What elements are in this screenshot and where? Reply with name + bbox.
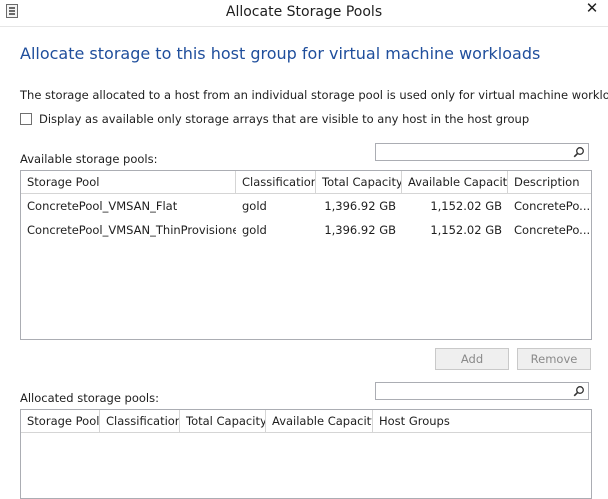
col-available-capacity[interactable]: Available Capacity [266, 410, 373, 432]
cell-description: ConcretePo... [514, 199, 591, 213]
cell-storage-pool: ConcretePool_VMSAN_ThinProvisioned [27, 223, 236, 237]
allocated-search-box[interactable] [375, 382, 589, 400]
search-icon[interactable] [573, 146, 585, 158]
available-pools-label: Available storage pools: [20, 152, 158, 166]
available-search-box[interactable] [375, 143, 589, 161]
cell-total-capacity: 1,396.92 GB [324, 223, 396, 237]
cell-available-capacity: 1,152.02 GB [430, 199, 502, 213]
cell-classification: gold [242, 223, 267, 237]
available-grid-header: Storage Pool Classification Total Capaci… [21, 171, 591, 194]
title-bar: Allocate Storage Pools ✕ [0, 0, 608, 27]
cell-available-capacity: 1,152.02 GB [430, 223, 502, 237]
col-classification[interactable]: Classification [236, 171, 316, 193]
page-description: The storage allocated to a host from an … [20, 88, 608, 102]
visible-only-label: Display as available only storage arrays… [39, 112, 530, 126]
remove-button[interactable]: Remove [517, 348, 591, 370]
col-description[interactable]: Description [508, 171, 591, 193]
available-pools-grid[interactable]: Storage Pool Classification Total Capaci… [20, 170, 592, 340]
col-total-capacity[interactable]: Total Capacity [316, 171, 402, 193]
cell-storage-pool: ConcretePool_VMSAN_Flat [27, 199, 178, 213]
close-icon[interactable]: ✕ [584, 0, 600, 16]
page-heading: Allocate storage to this host group for … [20, 44, 541, 63]
table-row[interactable]: ConcretePool_VMSAN_Flat gold 1,396.92 GB 1,… [21, 194, 591, 218]
col-host-groups[interactable]: Host Groups [373, 410, 591, 432]
available-grid-body: ConcretePool_VMSAN_Flat gold 1,396.92 GB 1,… [21, 194, 591, 242]
col-total-capacity[interactable]: Total Capacity [180, 410, 266, 432]
col-storage-pool[interactable]: Storage Pool [21, 171, 236, 193]
allocated-pools-label: Allocated storage pools: [20, 391, 159, 405]
table-row[interactable]: ConcretePool_VMSAN_ThinProvisioned gold 1,… [21, 218, 591, 242]
cell-description: ConcretePo... [514, 223, 591, 237]
cell-total-capacity: 1,396.92 GB [324, 199, 396, 213]
add-button[interactable]: Add [435, 348, 509, 370]
col-classification[interactable]: Classification [100, 410, 180, 432]
visible-only-checkbox[interactable] [20, 113, 32, 125]
window-title: Allocate Storage Pools [225, 4, 383, 20]
col-storage-pool[interactable]: Storage Pool [21, 410, 100, 432]
allocated-grid-header: Storage Pool Classification Total Capaci… [21, 410, 591, 433]
cell-classification: gold [242, 199, 267, 213]
available-search-input[interactable] [378, 145, 568, 159]
col-available-capacity[interactable]: Available Capacity [402, 171, 508, 193]
search-icon[interactable] [573, 385, 585, 397]
allocated-search-input[interactable] [378, 384, 568, 398]
